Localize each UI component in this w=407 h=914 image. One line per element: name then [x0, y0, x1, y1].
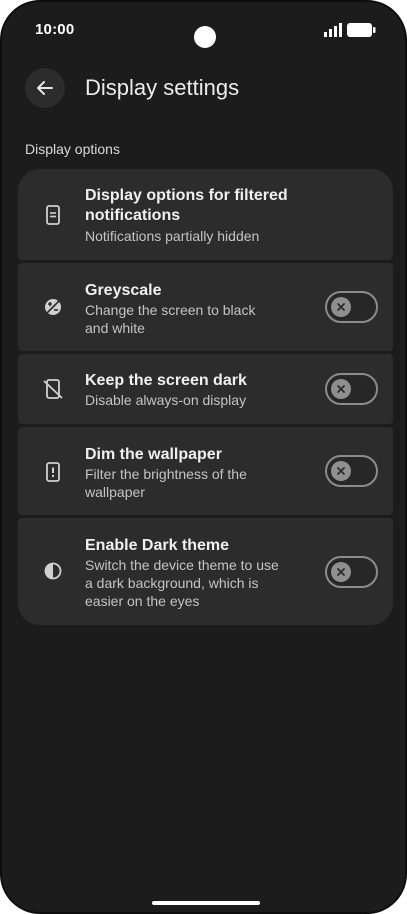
close-icon: [337, 385, 345, 393]
setting-subtitle: Notifications partially hidden: [85, 228, 260, 244]
setting-subtitle: Disable always-on display: [85, 392, 247, 408]
setting-title: Greyscale: [85, 282, 162, 299]
setting-title: Keep the screen dark: [85, 372, 247, 389]
setting-greyscale[interactable]: Greyscale Change the screen to black and…: [18, 263, 393, 351]
signal-icon: [324, 23, 342, 37]
toggle-thumb: [331, 562, 351, 582]
contrast-icon: [44, 562, 62, 580]
setting-filtered-notifications[interactable]: Display options for filtered notificatio…: [18, 169, 393, 260]
dim-wallpaper-toggle[interactable]: [325, 455, 378, 487]
phone-frame: 10:00 Display settings Display options D…: [0, 0, 407, 914]
section-header: Display options: [25, 141, 120, 157]
phone-notification-icon: [46, 205, 60, 225]
setting-subtitle: Switch the device theme to use: [85, 557, 279, 573]
setting-subtitle: wallpaper: [85, 484, 145, 500]
setting-dark-theme[interactable]: Enable Dark theme Switch the device them…: [18, 518, 393, 625]
close-icon: [337, 303, 345, 311]
phone-alert-icon: [46, 462, 60, 482]
toggle-thumb: [331, 297, 351, 317]
status-time: 10:00: [35, 21, 75, 38]
screen-off-icon: [43, 379, 63, 399]
page-title: Display settings: [85, 75, 240, 100]
setting-subtitle: and white: [85, 320, 145, 336]
dark-theme-toggle[interactable]: [325, 556, 378, 588]
home-indicator[interactable]: [152, 901, 260, 905]
keep-screen-dark-toggle[interactable]: [325, 373, 378, 405]
setting-subtitle: Change the screen to black: [85, 302, 256, 318]
setting-dim-wallpaper[interactable]: Dim the wallpaper Filter the brightness …: [18, 427, 393, 515]
close-icon: [337, 467, 345, 475]
back-button[interactable]: [25, 68, 65, 108]
battery-icon: [347, 23, 376, 37]
setting-title: Enable Dark theme: [85, 537, 230, 554]
setting-subtitle: easier on the eyes: [85, 593, 200, 609]
top-app-bar: Display settings: [2, 64, 405, 110]
setting-keep-screen-dark[interactable]: Keep the screen dark Disable always-on d…: [18, 354, 393, 424]
setting-title: Display options for filtered: [85, 187, 288, 204]
camera-cutout: [194, 26, 216, 48]
greyscale-toggle[interactable]: [325, 291, 378, 323]
arrow-back-icon: [37, 81, 53, 95]
toggle-thumb: [331, 461, 351, 481]
close-icon: [337, 568, 345, 576]
setting-subtitle: Filter the brightness of the: [85, 466, 247, 482]
setting-title: notifications: [85, 207, 181, 224]
setting-subtitle: a dark background, which is: [85, 575, 259, 591]
setting-title: Dim the wallpaper: [85, 446, 222, 463]
status-bar: 10:00: [2, 2, 405, 58]
greyscale-icon: [45, 299, 61, 315]
toggle-thumb: [331, 379, 351, 399]
